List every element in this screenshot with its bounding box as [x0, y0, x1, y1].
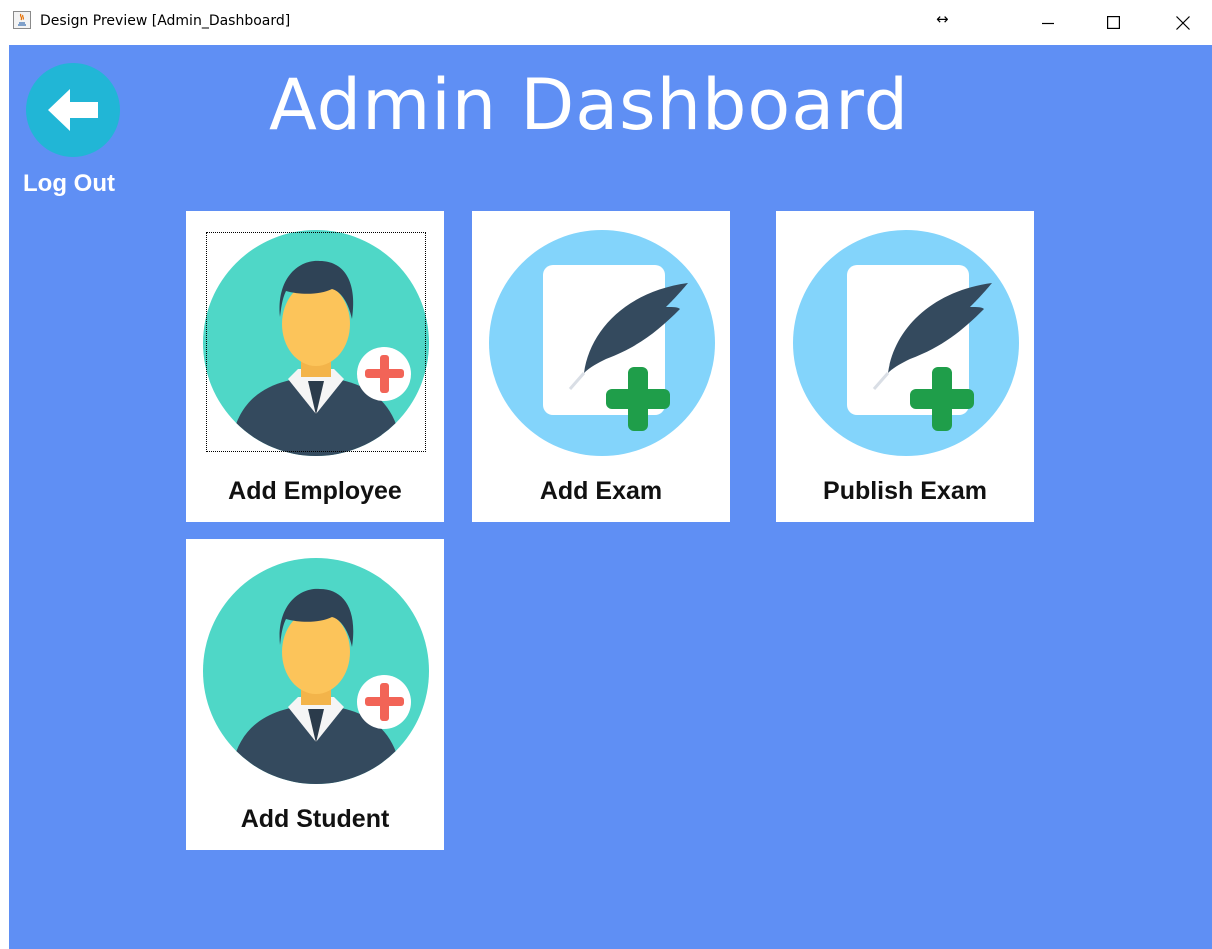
- add-exam-label: Add Exam: [539, 477, 663, 505]
- close-button[interactable]: [1160, 0, 1206, 45]
- logout-button[interactable]: Log Out: [23, 62, 133, 202]
- add-document-feather-icon: [488, 229, 716, 457]
- arrow-left-icon: [48, 89, 98, 131]
- add-student-card[interactable]: Add Student: [186, 539, 444, 850]
- app-window: Design Preview [Admin_Dashboard] ↔ Log O…: [0, 0, 1212, 949]
- close-icon: [1176, 15, 1190, 30]
- java-app-icon: [13, 11, 31, 29]
- add-employee-label: Add Employee: [228, 477, 402, 505]
- add-document-feather-icon: [792, 229, 1020, 457]
- resize-horizontal-icon: ↔: [936, 10, 949, 28]
- add-person-icon: [202, 229, 430, 457]
- window-title: Design Preview [Admin_Dashboard]: [40, 13, 291, 29]
- minimize-button[interactable]: [1025, 0, 1071, 45]
- publish-exam-card[interactable]: Publish Exam: [776, 211, 1034, 522]
- maximize-button[interactable]: [1090, 0, 1136, 45]
- dashboard-panel: Log Out Admin Dashboard Add Employee Add…: [9, 45, 1212, 949]
- logout-label: Log Out: [23, 170, 115, 197]
- add-person-icon: [202, 557, 430, 785]
- add-student-label: Add Student: [240, 805, 390, 833]
- minimize-icon: [1042, 22, 1054, 24]
- page-title: Admin Dashboard: [269, 64, 910, 146]
- maximize-icon: [1106, 16, 1120, 29]
- publish-exam-label: Publish Exam: [823, 477, 987, 505]
- title-bar[interactable]: Design Preview [Admin_Dashboard] ↔: [0, 0, 1212, 45]
- add-exam-card[interactable]: Add Exam: [472, 211, 730, 522]
- add-employee-card[interactable]: Add Employee: [186, 211, 444, 522]
- logout-circle: [26, 63, 120, 157]
